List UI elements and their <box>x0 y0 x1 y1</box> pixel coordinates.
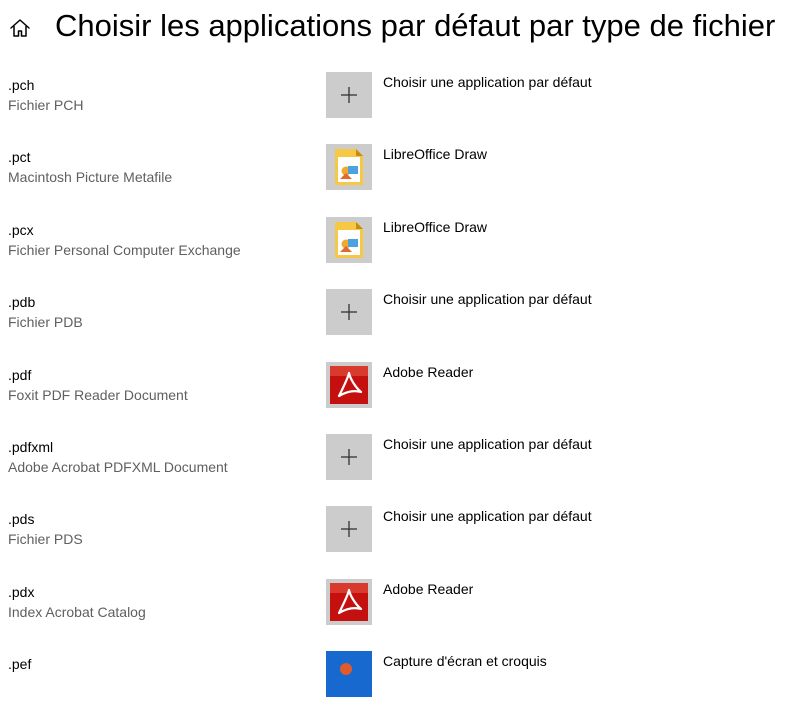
file-type-list: .pch Fichier PCH Choisir une application p… <box>0 0 800 698</box>
file-type-row: .pdfxml Adobe Acrobat PDFXML Document Choi… <box>0 434 800 510</box>
default-app-button[interactable]: Choisir une application par défaut <box>326 434 756 484</box>
file-extension: .pch <box>8 77 35 93</box>
default-app-button[interactable]: Adobe Reader <box>326 361 756 412</box>
plus-icon <box>326 434 372 480</box>
file-extension: .pdx <box>8 583 35 600</box>
file-type-description: Fichier PDB <box>8 314 83 331</box>
file-type-row: .pch Fichier PCH Choisir une application p… <box>0 72 800 148</box>
default-app-button[interactable]: LibreOffice Draw <box>326 144 756 194</box>
default-app-button[interactable]: Choisir une application par défaut <box>326 72 756 122</box>
default-app-button[interactable]: Choisir une application par défaut <box>326 506 756 556</box>
default-app-label: Choisir une application par défaut <box>383 508 592 525</box>
file-extension: .pct <box>8 149 31 166</box>
file-extension: .pcx <box>8 221 34 238</box>
file-type-row: .pef Capture d'écran et croquis <box>0 651 800 727</box>
default-app-button[interactable]: Capture d'écran et croquis <box>326 651 756 701</box>
file-type-description: Fichier PCH <box>8 97 84 113</box>
default-app-label: LibreOffice Draw <box>383 146 488 163</box>
default-app-button[interactable]: LibreOffice Draw <box>326 216 756 267</box>
libreoffice-draw-icon <box>326 216 372 263</box>
plus-icon <box>326 506 372 553</box>
plus-icon <box>326 289 372 336</box>
file-extension: .pdb <box>8 294 36 311</box>
default-app-button[interactable]: Choisir une application par défaut <box>326 289 756 339</box>
file-type-row: .pct Macintosh Picture Metafile LibreOffic… <box>0 144 800 220</box>
default-app-label: Adobe Reader <box>383 580 474 597</box>
file-type-description: Fichier PDS <box>8 531 83 548</box>
plus-icon <box>326 72 372 118</box>
file-type-row: .pdx Index Acrobat Catalog Adobe Reader <box>0 578 800 655</box>
file-type-description: Foxit PDF Reader Document <box>8 386 188 403</box>
file-type-row: .pdb Fichier PDB Choisir une application p… <box>0 289 800 365</box>
default-app-label: LibreOffice Draw <box>383 218 488 235</box>
default-app-label: Adobe Reader <box>383 363 474 380</box>
file-extension: .pdf <box>8 366 32 383</box>
file-type-row: .pds Fichier PDS Choisir une application p… <box>0 506 800 582</box>
default-app-button[interactable]: Adobe Reader <box>326 578 756 629</box>
file-extension: .pef <box>8 656 32 673</box>
adobe-reader-icon <box>326 578 372 625</box>
file-type-row: .pcx Fichier Personal Computer Exchange Li… <box>0 216 800 293</box>
file-type-description: Macintosh Picture Metafile <box>8 169 173 186</box>
default-app-label: Choisir une application par défaut <box>383 74 592 90</box>
default-app-label: Choisir une application par défaut <box>383 291 592 308</box>
file-type-description: Fichier Personal Computer Exchange <box>8 241 241 258</box>
default-app-label: Choisir une application par défaut <box>383 436 592 452</box>
file-type-description: Adobe Acrobat PDFXML Document <box>8 459 228 475</box>
file-extension: .pdfxml <box>8 439 54 455</box>
snip-sketch-icon <box>326 651 372 698</box>
file-extension: .pds <box>8 511 35 528</box>
libreoffice-draw-icon <box>326 144 372 191</box>
adobe-reader-icon <box>326 361 372 408</box>
file-type-row: .pdf Foxit PDF Reader Document Adobe Reade… <box>0 361 800 438</box>
default-app-label: Capture d'écran et croquis <box>383 653 547 670</box>
file-type-description: Index Acrobat Catalog <box>8 603 146 620</box>
